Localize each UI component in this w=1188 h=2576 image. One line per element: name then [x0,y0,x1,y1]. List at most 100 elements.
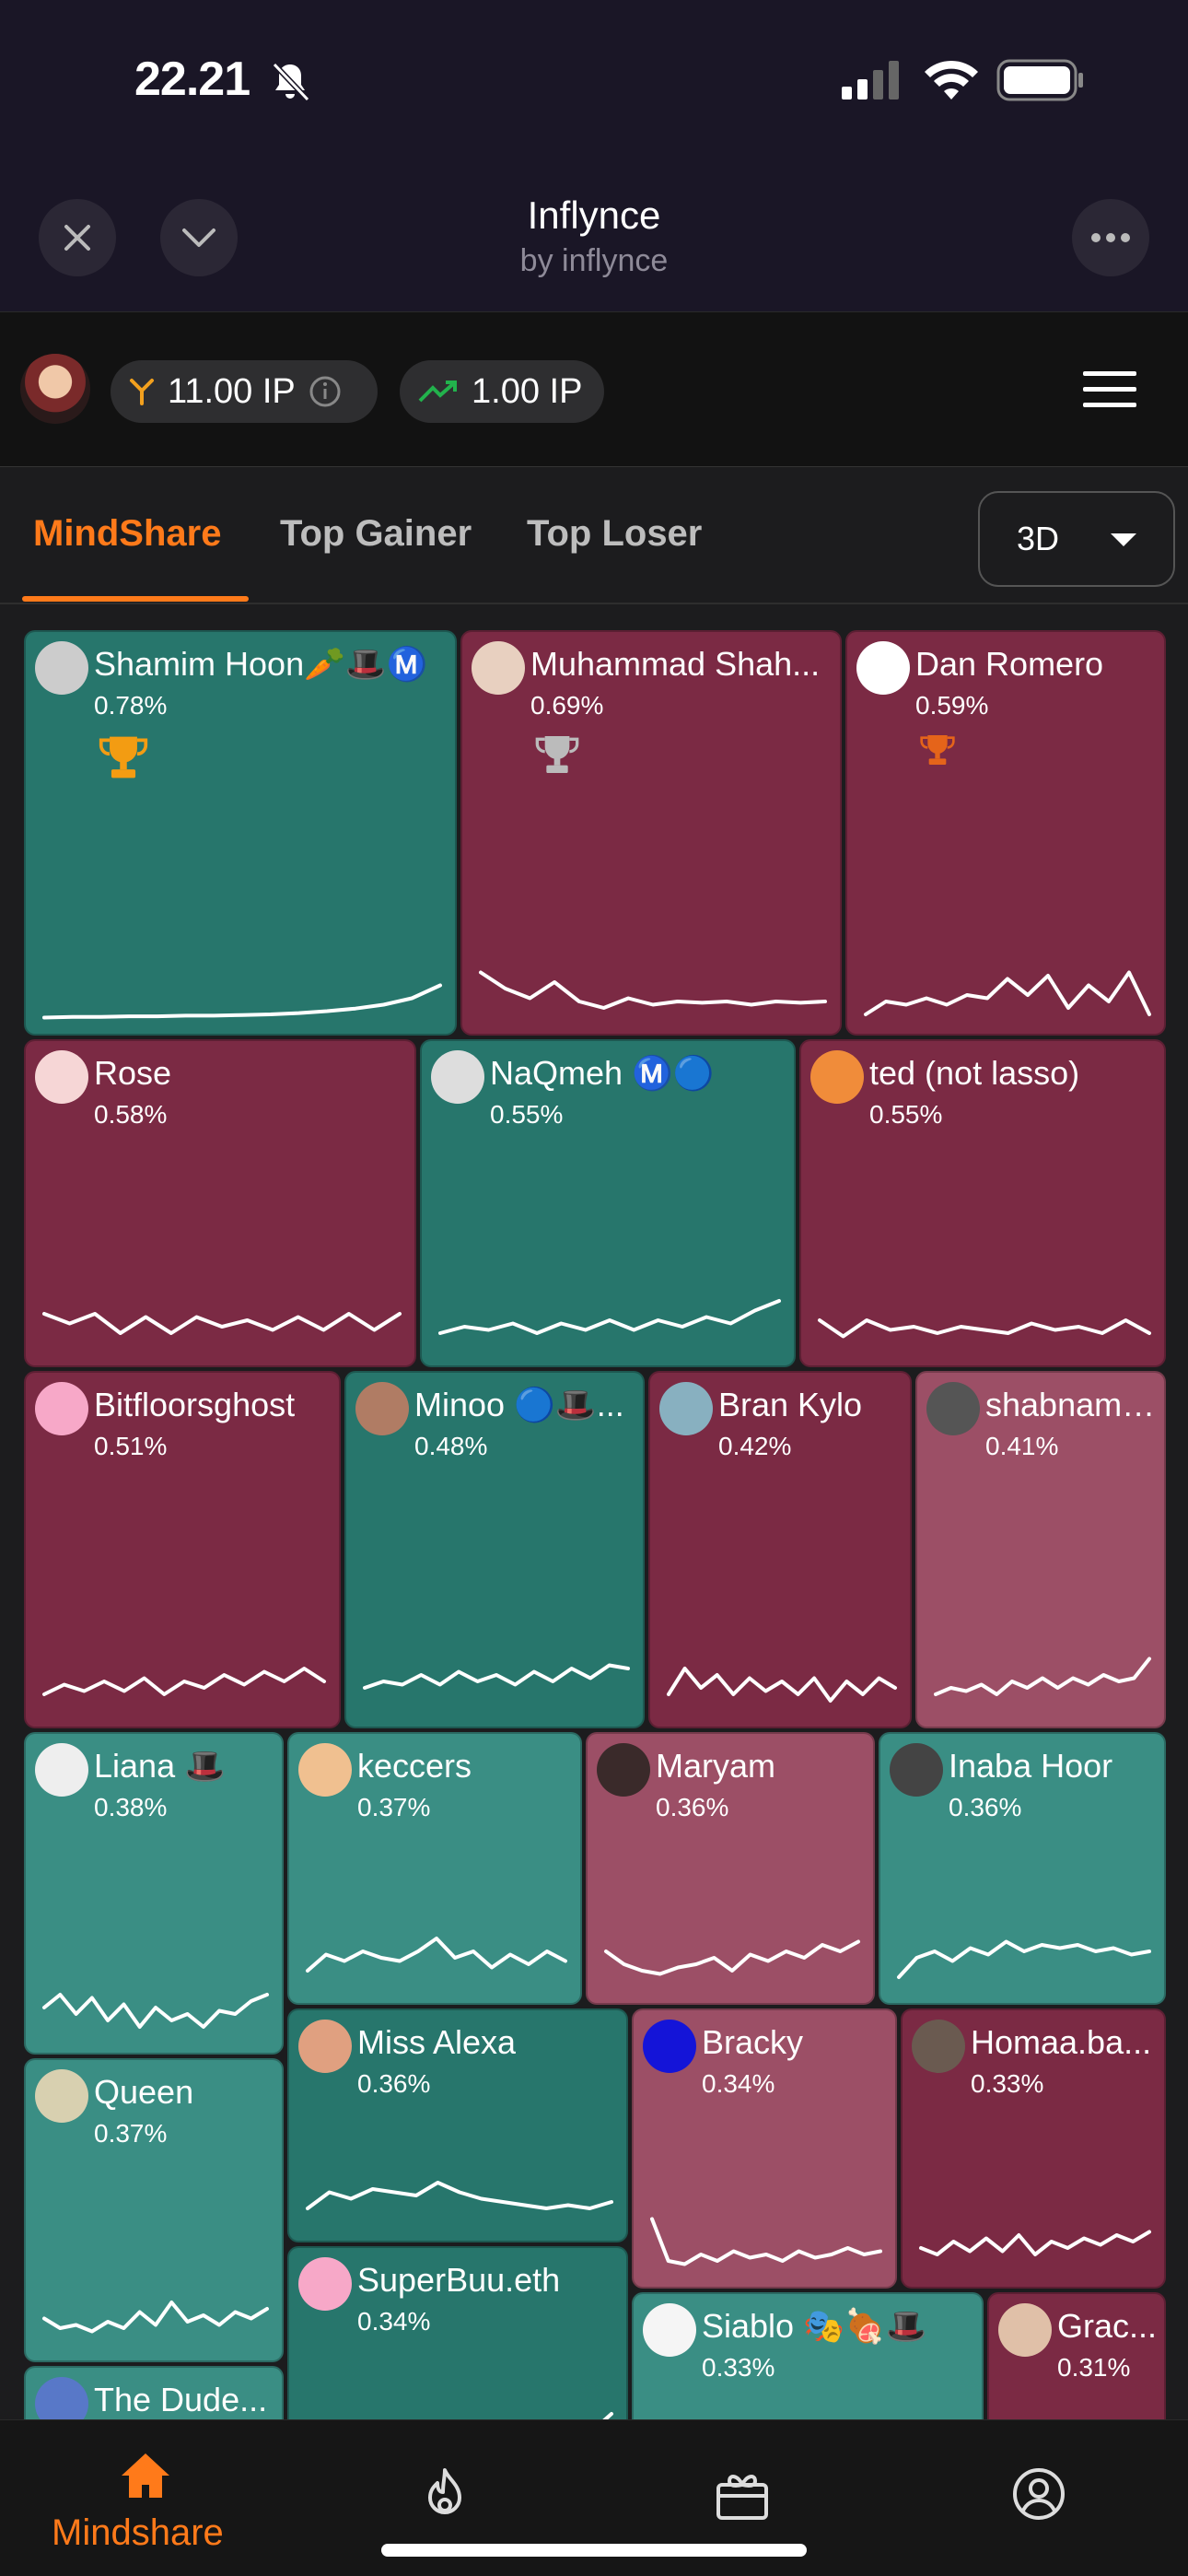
treemap-tile[interactable]: Rose 0.58% [24,1039,416,1367]
avatar [35,641,88,695]
trophy-icon [535,736,579,773]
tile-mindshare-percent: 0.36% [357,2069,431,2098]
treemap-tile[interactable]: NaQmeh Ⓜ️🔵 0.55% [420,1039,796,1367]
tab-mindshare[interactable]: MindShare [33,513,221,555]
avatar [298,2020,352,2073]
treemap-tile[interactable]: Homaa.ba... 0.33% [901,2008,1166,2289]
inflynce-logo-icon [130,379,154,405]
tile-mindshare-percent: 0.48% [414,1432,488,1460]
ip-balance-value: 11.00 IP [168,371,296,411]
avatar [472,641,525,695]
treemap-tile[interactable]: SuperBuu.eth 0.34% [287,2246,628,2419]
tile-name: Rose [94,1054,172,1092]
treemap-tile[interactable]: Shamim Hoon🥕🎩Ⓜ️ 0.78% [24,630,457,1036]
treemap-tile[interactable]: Inaba Hoor 0.36% [879,1732,1166,2005]
ip-balance-pill[interactable]: 11.00 IP [111,360,378,423]
cellular-signal-icon [842,61,899,100]
trend-sparkline [602,2412,613,2419]
treemap-tile[interactable]: Miss Alexa 0.36% [287,2008,628,2242]
tile-name: Siablo 🎭🍖🎩 [702,2307,927,2345]
trend-sparkline [306,2181,613,2210]
tile-name: Grac... [1057,2307,1158,2345]
bell-muted-icon [272,62,310,102]
user-avatar[interactable] [20,354,90,424]
time-range-select[interactable]: 3D [978,491,1175,587]
treemap-tile[interactable]: Siablo 🎭🍖🎩 0.33% [632,2292,984,2419]
tile-name: The Dude... [94,2381,268,2418]
tile-name: Minoo 🔵🎩... [414,1386,624,1423]
treemap-tile[interactable]: Liana 🎩 0.38% [24,1732,284,2055]
treemap-tile[interactable]: Maryam 0.36% [586,1732,875,2005]
status-time: 22.21 [134,53,250,106]
trophy-icon [920,735,955,765]
tabs-bar: MindShare Top Gainer Top Loser 3D [0,466,1188,604]
tile-mindshare-percent: 0.37% [94,2119,168,2148]
tile-name: Muhammad Shah... [530,645,821,683]
trending-up-icon [418,381,457,403]
app-subtitle: by inflynce [519,243,669,278]
trend-sparkline [42,1312,402,1335]
trend-sparkline [667,1667,897,1703]
trend-sparkline [650,2217,882,2266]
tile-name: Liana 🎩 [94,1747,226,1785]
tile-mindshare-percent: 0.38% [94,1793,168,1821]
tile-mindshare-percent: 0.69% [530,691,604,720]
treemap-tile[interactable]: Dan Romero 0.59% [845,630,1166,1036]
tile-mindshare-percent: 0.37% [357,1793,431,1821]
trend-sparkline [363,1663,630,1690]
tile-mindshare-percent: 0.55% [490,1100,564,1129]
treemap-tile[interactable]: Bitfloorsghost 0.51% [24,1371,341,1728]
trend-sparkline [864,970,1151,1016]
avatar [355,1382,409,1435]
treemap-tile[interactable]: Grac... 0.31% [987,2292,1166,2419]
treemap-tile[interactable]: keccers 0.37% [287,1732,582,2005]
tile-name: Bracky [702,2023,804,2061]
tab-top-gainer[interactable]: Top Gainer [280,513,472,555]
tile-mindshare-percent: 0.41% [985,1432,1059,1460]
ip-gain-pill[interactable]: 1.00 IP [400,360,604,423]
avatar [35,1382,88,1435]
trophy-icon [99,736,148,779]
avatar [890,1743,943,1797]
bottom-nav: Mindshare [0,2419,1188,2576]
treemap-tile[interactable]: Bran Kylo 0.42% [648,1371,912,1728]
nav-mindshare-label[interactable]: Mindshare [52,2512,224,2554]
app-header: 22.21 Inflynce by inflynce [0,0,1188,311]
tile-mindshare-percent: 0.51% [94,1432,168,1460]
gift-icon[interactable] [715,2466,770,2522]
info-icon[interactable] [309,375,342,408]
tile-name: SuperBuu.eth [357,2261,561,2299]
treemap-tile[interactable]: Muhammad Shah... 0.69% [460,630,842,1036]
avatar [597,1743,650,1797]
caret-down-icon [1111,533,1136,546]
tab-top-loser[interactable]: Top Loser [527,513,702,555]
more-options-button[interactable] [1072,199,1149,276]
trend-sparkline [438,1299,781,1335]
avatar [643,2020,696,2073]
active-tab-indicator [22,596,249,602]
app-title: Inflynce [527,193,661,237]
menu-icon[interactable] [1083,369,1136,410]
tile-mindshare-percent: 0.33% [971,2069,1044,2098]
home-icon[interactable] [118,2448,173,2503]
treemap-tile[interactable]: shabnampo 0.41% [915,1371,1166,1728]
home-indicator [381,2544,807,2557]
tile-mindshare-percent: 0.42% [718,1432,792,1460]
treemap-tile[interactable]: The Dude... [24,2366,284,2419]
avatar [912,2020,965,2073]
ip-gain-value: 1.00 IP [472,371,583,411]
tile-name: Homaa.ba... [971,2023,1152,2061]
avatar [856,641,910,695]
profile-icon[interactable] [1011,2466,1066,2522]
tile-mindshare-percent: 0.58% [94,1100,168,1129]
treemap-tile[interactable]: Bracky 0.34% [632,2008,897,2289]
avatar [810,1050,864,1104]
flame-icon[interactable] [417,2466,472,2522]
tile-mindshare-percent: 0.55% [869,1100,943,1129]
tile-mindshare-percent: 0.36% [656,1793,729,1821]
treemap-tile[interactable]: Queen 0.37% [24,2058,284,2362]
treemap-tile[interactable]: ted (not lasso) 0.55% [799,1039,1166,1367]
tile-mindshare-percent: 0.59% [915,691,989,720]
trend-sparkline [818,1318,1151,1339]
treemap-tile[interactable]: Minoo 🔵🎩... 0.48% [344,1371,645,1728]
